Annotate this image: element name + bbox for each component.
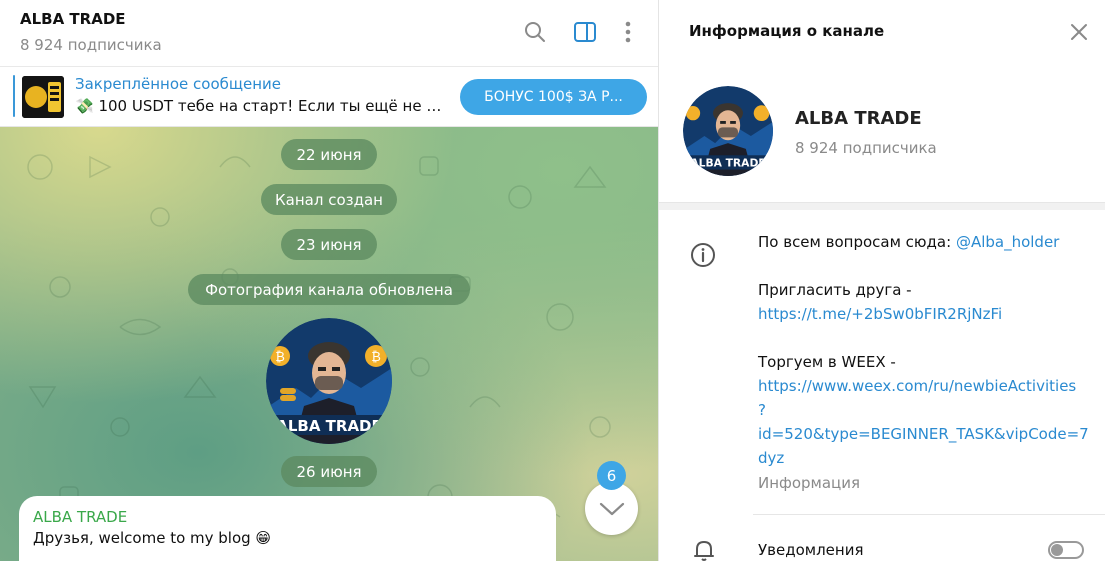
chat-subscribers: 8 924 подписчика [20, 36, 162, 54]
toggle-knob [1051, 544, 1063, 556]
channel-photo-update[interactable]: ₿ ₿ ALBA TRADE [266, 318, 392, 444]
message-author[interactable]: ALBA TRADE [33, 508, 542, 526]
unread-count-badge: 6 [597, 461, 626, 490]
pinned-thumbnail [22, 76, 64, 118]
info-icon [689, 241, 717, 269]
chat-pane: ALBA TRADE 8 924 подписчика Закреплённое… [0, 0, 659, 561]
description-invite: Пригласить друга - [758, 281, 912, 299]
close-icon[interactable] [1065, 18, 1093, 46]
svg-text:₿: ₿ [371, 350, 381, 365]
telegram-window: ALBA TRADE 8 924 подписчика Закреплённое… [0, 0, 1105, 561]
row-divider [753, 514, 1105, 515]
message-text: Друзья, welcome to my blog 😁 [33, 529, 272, 547]
info-title: Информация о канале [689, 22, 885, 40]
channel-name: ALBA TRADE [795, 108, 922, 129]
description-label: Информация [758, 474, 861, 492]
pinned-indicator [13, 75, 15, 117]
section-divider [659, 202, 1105, 210]
weex-link-part2[interactable]: ? [758, 398, 766, 422]
weex-link-part3[interactable]: id=520&type=BEGINNER_TASK&vipCode=7 [758, 422, 1089, 446]
date-separator: 26 июня [281, 456, 377, 487]
description-text: По всем вопросам сюда: [758, 233, 956, 251]
chat-title[interactable]: ALBA TRADE [20, 10, 126, 28]
chevron-down-icon [599, 502, 624, 515]
chat-header[interactable]: ALBA TRADE 8 924 подписчика [0, 0, 658, 67]
invite-link[interactable]: https://t.me/+2bSw0bFIR2RjNzFi [758, 302, 1002, 326]
service-message-photo-updated: Фотография канала обновлена [188, 274, 470, 305]
pinned-message-bar[interactable]: Закреплённое сообщение 💸 100 USDT тебе н… [0, 67, 658, 127]
channel-avatar[interactable]: ALBA TRADE [683, 86, 773, 176]
date-separator: 23 июня [281, 229, 377, 260]
service-message-created: Канал создан [261, 184, 397, 215]
message-bubble[interactable]: ALBA TRADE Друзья, welcome to my blog 😁 [19, 496, 556, 561]
sidebar-toggle-icon[interactable] [571, 18, 599, 46]
weex-link-part4[interactable]: dyz [758, 446, 784, 470]
weex-link-part1[interactable]: https://www.weex.com/ru/newbieActivities [758, 374, 1076, 398]
date-separator: 22 июня [281, 139, 377, 170]
notifications-toggle[interactable] [1048, 541, 1084, 559]
svg-text:₿: ₿ [275, 350, 285, 365]
description-line: По всем вопросам сюда: @Alba_holder [758, 230, 1059, 254]
channel-subscribers: 8 924 подписчика [795, 139, 937, 157]
pinned-bonus-button[interactable]: БОНУС 100$ ЗА Р... [460, 79, 647, 115]
description-weex: Торгуем в WEEX - [758, 353, 896, 371]
pinned-title: Закреплённое сообщение [75, 75, 282, 93]
bell-icon [691, 537, 717, 561]
more-vertical-icon[interactable] [614, 18, 642, 46]
username-link[interactable]: @Alba_holder [956, 233, 1059, 251]
search-icon[interactable] [521, 18, 549, 46]
avatar-caption: ALBA TRADE [690, 157, 765, 170]
pinned-text: 💸 100 USDT тебе на старт! Если ты ещё не… [75, 97, 445, 115]
channel-info-pane: Информация о канале ALBA TRADE ALBA TRAD… [659, 0, 1105, 561]
notifications-label: Уведомления [758, 541, 864, 559]
